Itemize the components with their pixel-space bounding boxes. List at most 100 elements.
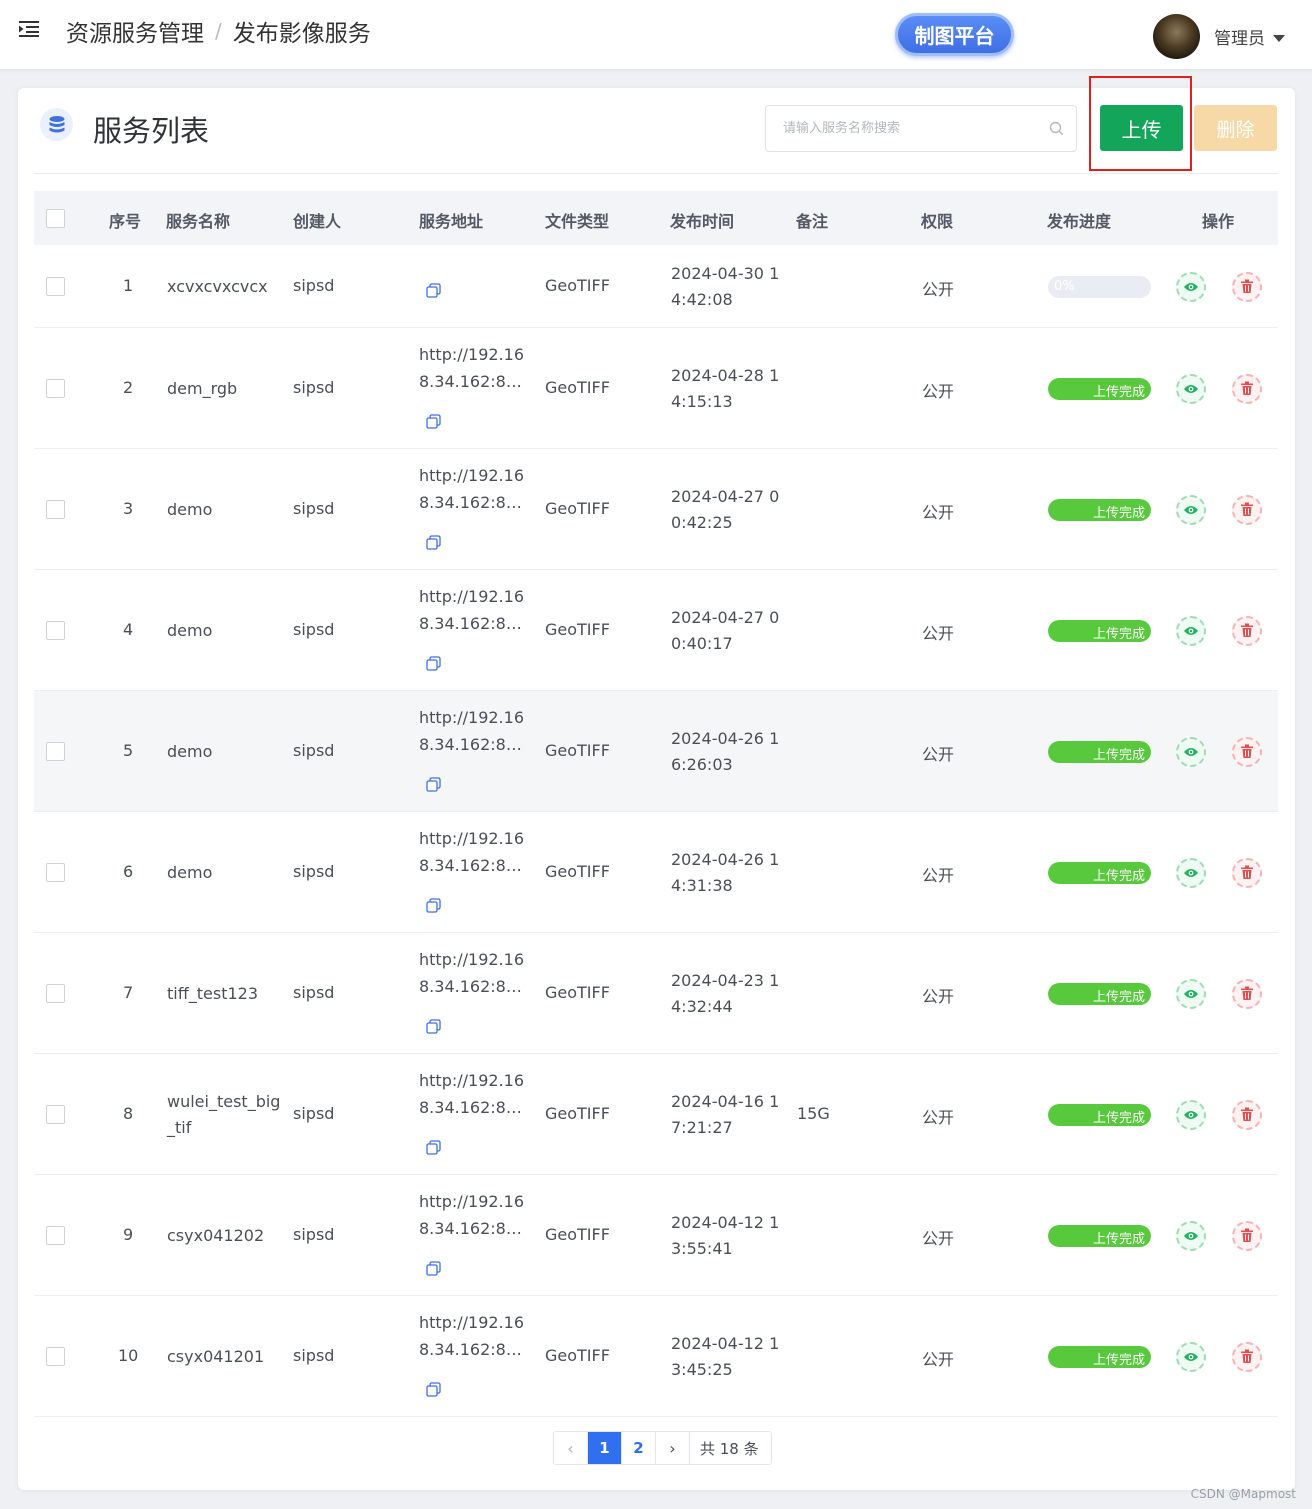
cell-creator: sipsd [293,861,335,881]
view-button[interactable] [1176,1341,1206,1372]
cell-publish-time: 2024-04-12 1 3:45:25 [671,1331,779,1383]
eye-icon [1184,1352,1198,1361]
cell-creator: sipsd [293,619,335,639]
cell-service-url[interactable]: http://192.16 8.34.162:81... [419,462,525,516]
search-input[interactable] [766,106,1026,151]
view-button[interactable] [1176,615,1206,646]
row-checkbox[interactable] [46,1225,65,1245]
cell-service-url[interactable]: http://192.16 8.34.162:81... [419,1067,525,1121]
cell-service-name: demo [167,860,212,886]
row-checkbox[interactable] [46,983,65,1003]
cell-service-url[interactable]: http://192.16 8.34.162:81... [419,341,525,395]
copy-icon[interactable] [426,655,441,671]
cell-file-type: GeoTIFF [545,1103,610,1123]
cell-creator: sipsd [293,498,335,518]
breadcrumb: 资源服务管理 / 发布影像服务 [66,14,371,48]
service-name-line: wulei_test_big [167,1091,281,1111]
row-checkbox[interactable] [46,862,65,882]
row-checkbox[interactable] [46,499,65,519]
delete-row-button[interactable] [1232,1341,1262,1372]
delete-row-button[interactable] [1232,494,1262,525]
breadcrumb-item-resource[interactable]: 资源服务管理 [66,14,204,48]
cell-service-name: xcvxcvxcvcx [167,274,268,300]
copy-icon[interactable] [426,534,441,550]
view-button[interactable] [1176,271,1206,302]
service-name-line: demo [167,862,213,882]
upload-button[interactable]: 上传 [1100,105,1183,151]
cell-service-url[interactable]: http://192.16 8.34.162:81... [419,704,525,758]
cell-service-url[interactable]: http://192.16 8.34.162:81... [419,1188,525,1242]
view-button[interactable] [1176,736,1206,767]
menu-fold-icon[interactable] [19,20,39,38]
delete-row-button[interactable] [1232,978,1262,1009]
cell-note: 15G [797,1103,830,1123]
cell-permission: 公开 [922,1228,955,1248]
copy-icon[interactable] [426,413,441,429]
copy-icon[interactable] [426,897,441,913]
view-button[interactable] [1176,1099,1206,1130]
cell-service-url[interactable]: http://192.16 8.34.162:81... [419,583,525,637]
cell-publish-time: 2024-04-16 1 7:21:27 [671,1089,779,1141]
table-row: 7 tiff_test123 sipsd http://192.16 8.34.162:… [34,933,1278,1054]
cell-file-type: GeoTIFF [545,861,610,881]
view-button[interactable] [1176,373,1206,404]
page-title: 服务列表 [93,114,210,148]
view-button[interactable] [1176,1220,1206,1251]
publish-time-line: 6:26:03 [671,754,733,774]
progress-bar: 上传完成 [1048,619,1151,642]
eye-icon [1184,282,1198,291]
copy-icon[interactable] [426,776,441,792]
delete-row-button[interactable] [1232,271,1262,302]
row-checkbox[interactable] [46,1104,65,1124]
avatar[interactable] [1153,14,1200,59]
select-all-checkbox[interactable] [46,209,65,228]
trash-icon [1241,986,1253,1000]
eye-icon [1184,626,1198,635]
delete-row-button[interactable] [1232,373,1262,404]
service-url-line: 8.34.162:81... [419,855,525,875]
cell-file-type: GeoTIFF [545,498,610,518]
service-url-line: 8.34.162:81... [419,1097,525,1117]
page-1-button[interactable]: 1 [588,1432,622,1464]
copy-icon[interactable] [426,1381,441,1397]
row-checkbox[interactable] [46,276,65,296]
next-page-button[interactable]: › [656,1432,690,1464]
column-header-url: 服务地址 [419,212,484,231]
delete-row-button[interactable] [1232,1099,1262,1130]
progress-bar: 上传完成 [1048,740,1151,763]
service-name-line: _tif [167,1117,192,1137]
copy-icon[interactable] [426,1139,441,1155]
row-checkbox[interactable] [46,741,65,761]
copy-icon[interactable] [426,1260,441,1276]
copy-icon[interactable] [426,1018,441,1034]
view-button[interactable] [1176,978,1206,1009]
cell-service-url[interactable]: http://192.16 8.34.162:81... [419,946,525,1000]
user-name[interactable]: 管理员 [1214,24,1265,49]
delete-row-button[interactable] [1232,615,1262,646]
column-header-creator: 创建人 [293,212,342,231]
delete-row-button[interactable] [1232,857,1262,888]
row-checkbox[interactable] [46,1346,65,1366]
cell-service-url[interactable]: http://192.16 8.34.162:81... [419,825,525,879]
page-2-button[interactable]: 2 [622,1432,656,1464]
delete-row-button[interactable] [1232,1220,1262,1251]
eye-icon [1184,868,1198,877]
caret-down-icon[interactable] [1273,35,1285,42]
view-button[interactable] [1176,494,1206,525]
view-button[interactable] [1176,857,1206,888]
brand-button[interactable]: 制图平台 [895,13,1014,56]
row-checkbox[interactable] [46,620,65,640]
row-checkbox[interactable] [46,378,65,398]
search-icon[interactable] [1049,121,1064,136]
trash-icon [1241,1228,1253,1242]
service-url-line: 8.34.162:81... [419,1339,525,1359]
copy-icon[interactable] [426,282,441,298]
prev-page-button[interactable]: ‹ [554,1432,588,1464]
cell-creator: sipsd [293,982,335,1002]
trash-icon [1241,744,1253,758]
delete-row-button[interactable] [1232,736,1262,767]
delete-button[interactable]: 删除 [1194,105,1277,151]
cell-creator: sipsd [293,1224,335,1244]
cell-service-url[interactable]: http://192.16 8.34.162:81... [419,1309,525,1363]
service-url-line: 8.34.162:81... [419,613,525,633]
